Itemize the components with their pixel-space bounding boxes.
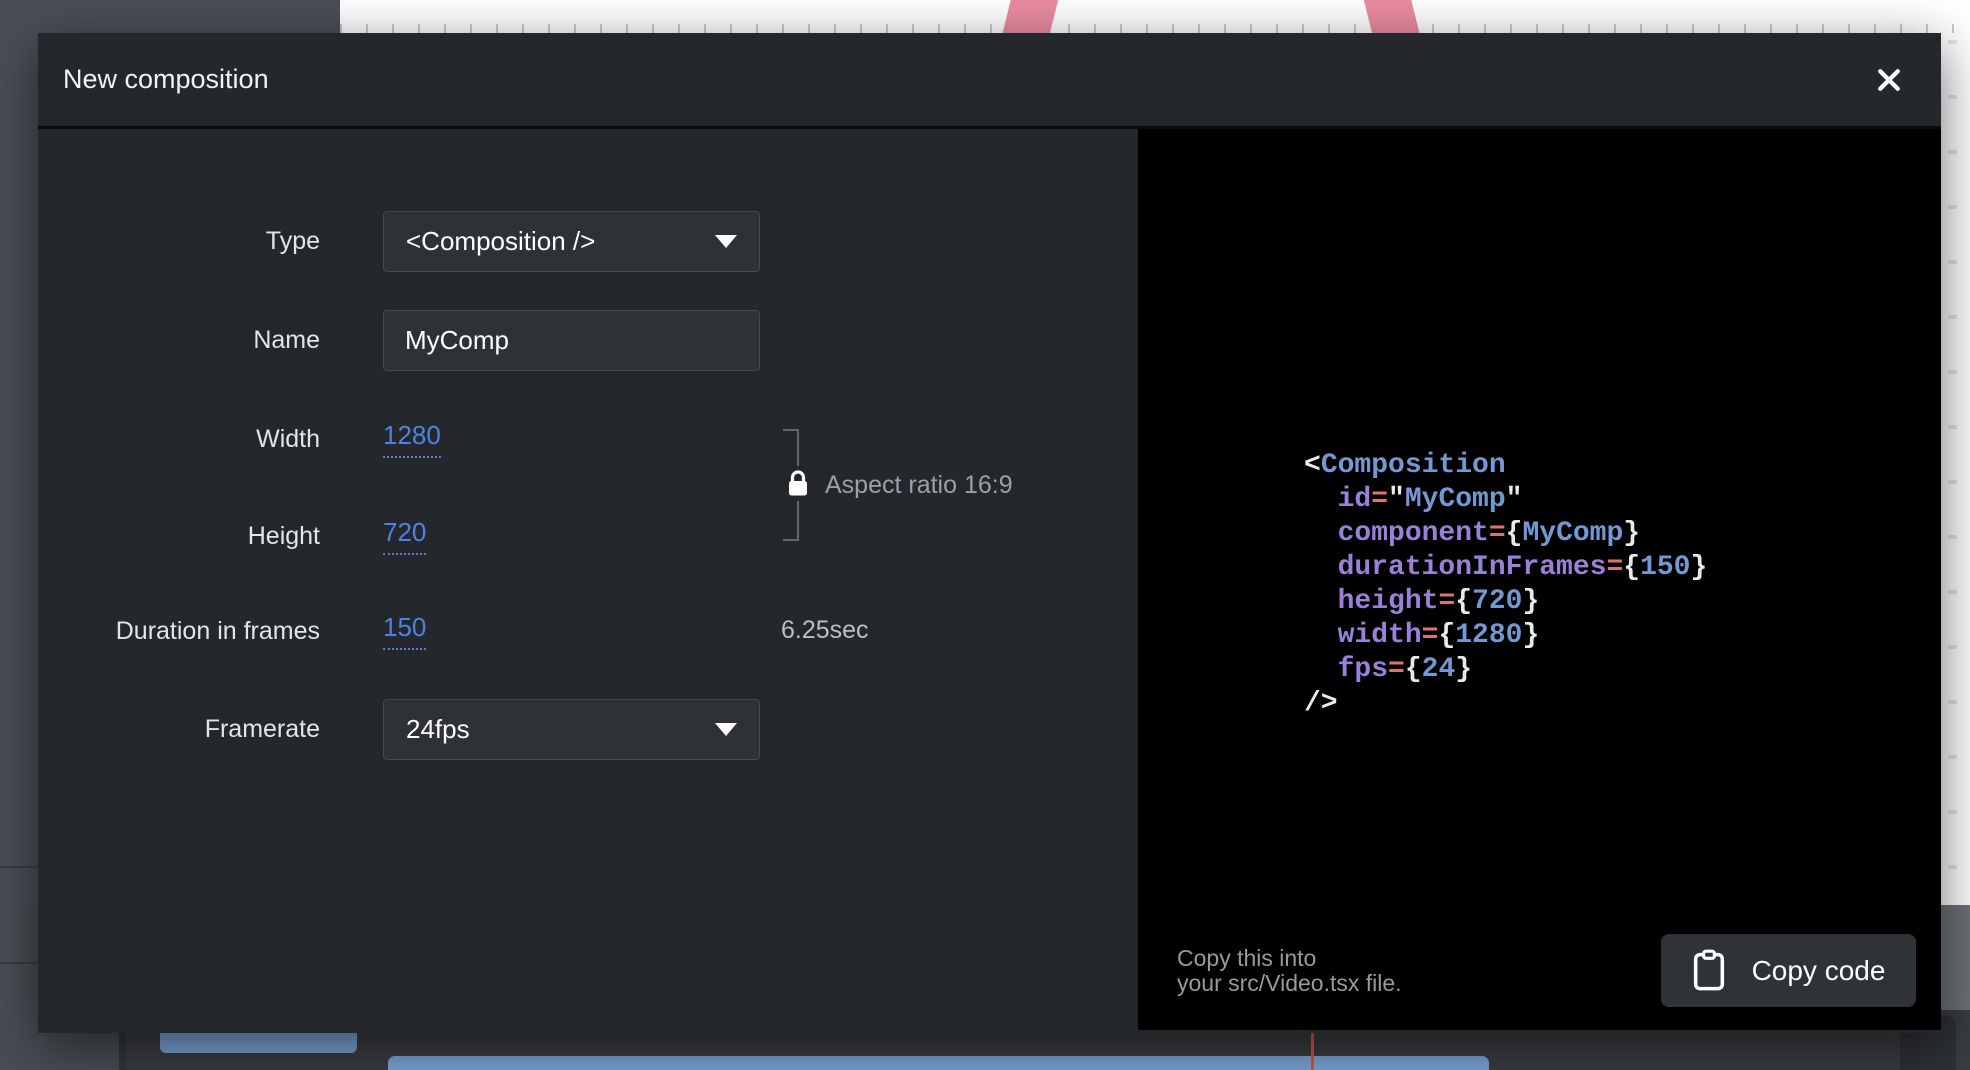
code-preview-panel: <Composition id="MyComp" component={MyCo… bbox=[1138, 129, 1941, 1030]
preview-side-marks bbox=[1948, 40, 1957, 890]
clipboard-icon bbox=[1692, 949, 1726, 992]
copy-code-button[interactable]: Copy code bbox=[1661, 934, 1916, 1007]
chevron-down-icon bbox=[715, 723, 737, 736]
duration-label: Duration in frames bbox=[38, 617, 320, 646]
dialog-title: New composition bbox=[63, 64, 269, 95]
copy-hint: Copy this into your src/Video.tsx file. bbox=[1177, 946, 1402, 996]
aspect-ratio-label: Aspect ratio 16:9 bbox=[825, 471, 1013, 500]
close-icon bbox=[1874, 65, 1904, 95]
chevron-down-icon bbox=[715, 235, 737, 248]
form-row-height: Height 720 bbox=[38, 514, 1138, 558]
width-value[interactable]: 1280 bbox=[383, 420, 441, 458]
form-row-type: Type <Composition /> bbox=[38, 211, 1138, 272]
lock-icon[interactable] bbox=[782, 466, 814, 501]
duration-seconds: 6.25sec bbox=[781, 616, 869, 645]
name-input[interactable] bbox=[383, 310, 760, 371]
width-label: Width bbox=[38, 425, 320, 454]
new-composition-dialog: New composition Type <Composition /> bbox=[38, 33, 1941, 1033]
duration-value[interactable]: 150 bbox=[383, 612, 426, 650]
type-select[interactable]: <Composition /> bbox=[383, 211, 760, 272]
height-label: Height bbox=[38, 522, 320, 551]
form-row-duration: Duration in frames 150 bbox=[38, 609, 1138, 653]
preview-ruler bbox=[340, 24, 1970, 33]
copy-hint-line2: your src/Video.tsx file. bbox=[1177, 971, 1402, 996]
framerate-select[interactable]: 24fps bbox=[383, 699, 760, 760]
height-value[interactable]: 720 bbox=[383, 517, 426, 555]
remotion-studio-screen: New composition Type <Composition /> bbox=[0, 0, 1970, 1070]
dialog-titlebar: New composition bbox=[38, 33, 1941, 129]
copy-hint-line1: Copy this into bbox=[1177, 946, 1402, 971]
type-label: Type bbox=[38, 227, 320, 256]
type-select-value: <Composition /> bbox=[406, 226, 595, 257]
code-block: <Composition id="MyComp" component={MyCo… bbox=[1304, 449, 1707, 721]
copy-code-label: Copy code bbox=[1752, 955, 1886, 987]
form-row-width: Width 1280 bbox=[38, 417, 1138, 461]
track-row-divider bbox=[0, 962, 38, 964]
close-button[interactable] bbox=[1865, 56, 1913, 104]
track-row-divider bbox=[0, 866, 38, 868]
timeline-clip bbox=[388, 1056, 1489, 1070]
form-row-framerate: Framerate 24fps bbox=[38, 699, 1138, 760]
dialog-body: Type <Composition /> Name Width 1280 Hei… bbox=[38, 129, 1941, 1030]
form-row-name: Name bbox=[38, 310, 1138, 371]
framerate-label: Framerate bbox=[38, 715, 320, 744]
framerate-select-value: 24fps bbox=[406, 714, 470, 745]
name-label: Name bbox=[38, 326, 320, 355]
